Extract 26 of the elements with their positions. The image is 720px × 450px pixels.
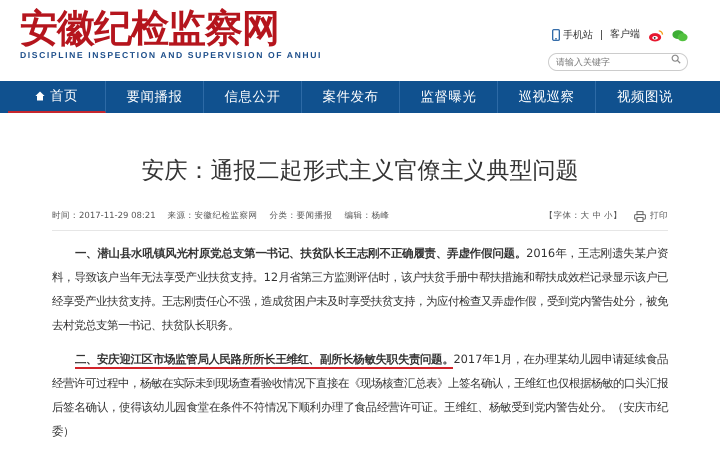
nav-tab[interactable]: 要闻播报: [106, 81, 204, 113]
article-meta: 时间：2017-11-29 08:21: [52, 210, 156, 222]
client-link[interactable]: 客户端: [601, 30, 640, 40]
article-meta: 来源：安徽纪检监察网: [168, 210, 258, 222]
nav-tab[interactable]: 首页: [8, 81, 106, 113]
wechat-icon[interactable]: [672, 28, 688, 42]
printer-icon: [634, 210, 646, 222]
mobile-site-link[interactable]: 手机站: [552, 28, 593, 42]
search-field[interactable]: 请输入关键字: [548, 53, 688, 71]
article-paragraph: 一、潜山县水吼镇风光村原党总支第一书记、扶贫队长王志刚不正确履责、弄虚作假问题。2016年，王志刚遗失某户资料，导致该户当年无法享受产业扶贫支持。12月省第三方监测评估时，该户扶贫手册中帮扶措施和帮扶成效栏记录显示该户已经享受产业扶贫支持。王志刚责任心不强，造成贫困户未及时享受扶贫支持，为应付检查又弄虚作假，受到党内警告处分，被免去村党总支第一书记、扶贫队长职务。: [52, 245, 668, 334]
nav-tab[interactable]: 监督曝光: [400, 81, 498, 113]
article-meta: 分类：要闻播报: [270, 210, 333, 222]
font-size-options[interactable]: 【字体：大 中 小】: [544, 210, 622, 222]
article-meta: 编辑：杨峰: [344, 210, 390, 222]
nav-tab[interactable]: 信息公开: [204, 81, 302, 113]
nav-tab[interactable]: 案件发布: [302, 81, 400, 113]
article-paragraph: 二、安庆迎江区市场监管局人民路所所长王维红、副所长杨敏失职失责问题。2017年1月，在办理某幼儿园申请延续食品经营许可过程中，杨敏在实际未到现场查看验收情况下直接在《现场核查汇总表》上签名确认，王维红也仅根据杨敏的口头汇报后签名确认，使得该幼儿园食堂在条件不符情况下顺利办理了食品经营许可证。王维红、杨敏受到党内警告处分。（安庆市纪委）: [52, 351, 668, 440]
weibo-icon[interactable]: [648, 28, 664, 42]
site-subtitle: DISCIPLINE INSPECTION AND SUPERVISION OF ANHUI: [20, 50, 322, 60]
article-title: 安庆：通报二起形式主义官僚主义典型问题: [140, 157, 580, 186]
site-logo-title: 安徽纪检监察网: [20, 6, 280, 50]
nav-tab[interactable]: 视频图说: [596, 81, 694, 113]
nav-tab[interactable]: 巡视巡察: [498, 81, 596, 113]
print-button[interactable]: 打印: [634, 210, 668, 222]
phone-icon: [552, 29, 560, 41]
search-icon[interactable]: [671, 54, 681, 64]
